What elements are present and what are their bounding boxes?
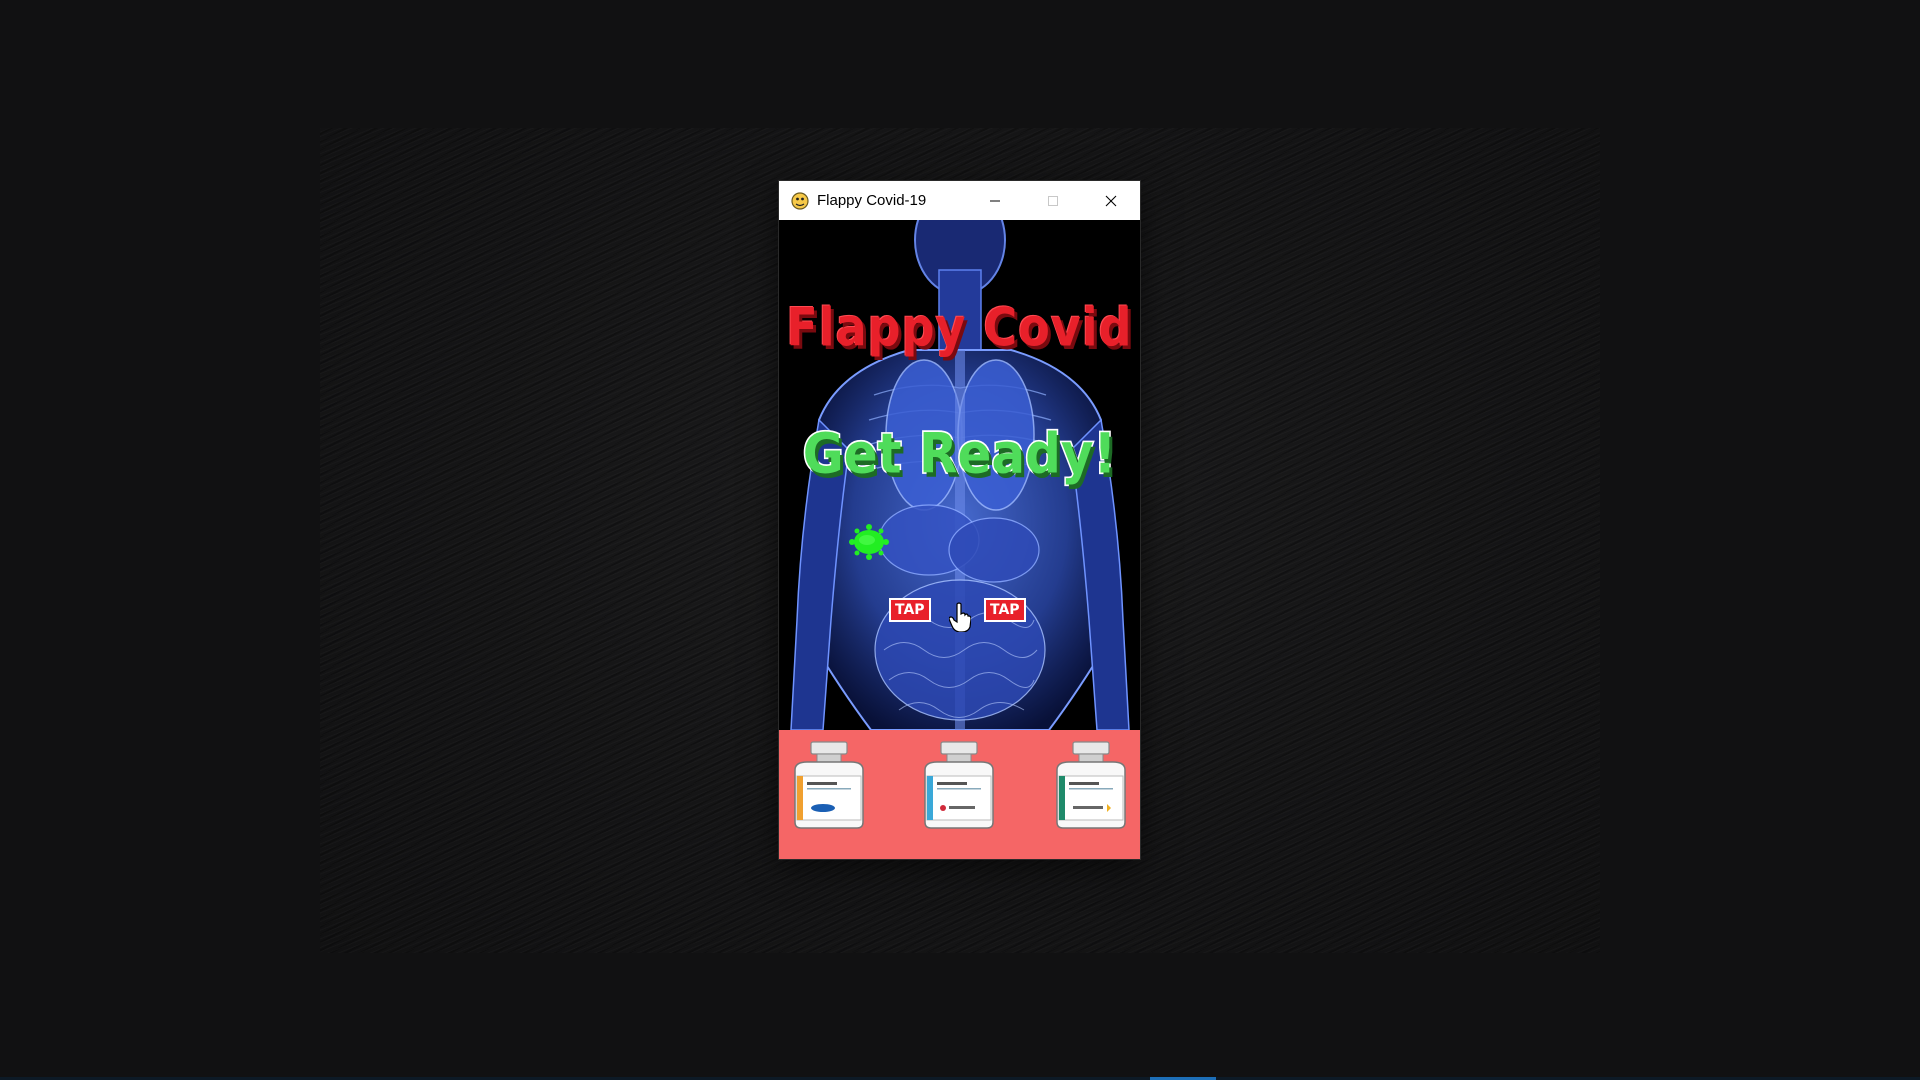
close-icon (1105, 195, 1117, 206)
tap-hint-left: TAP (889, 598, 931, 622)
maximize-icon (1048, 195, 1058, 206)
vaccine-vial-icon (794, 741, 864, 829)
hand-pointer-icon (948, 602, 972, 637)
virus-icon (849, 524, 889, 560)
vaccine-vial-pfizer (789, 740, 869, 835)
minimize-button[interactable] (966, 181, 1024, 220)
vaccine-vial-astrazeneca (1051, 740, 1131, 835)
window-title: Flappy Covid-19 (817, 192, 927, 209)
get-ready-banner: Get Ready! (801, 420, 1118, 487)
tap-hint-right: TAP (984, 598, 1026, 622)
game-canvas[interactable]: Flappy Covid Get Ready! TAP TAP (779, 220, 1140, 859)
pygame-snake-icon (789, 190, 811, 212)
close-button[interactable] (1082, 181, 1140, 220)
game-title: Flappy Covid (786, 295, 1133, 359)
window-controls (966, 181, 1140, 220)
window-titlebar[interactable]: Flappy Covid-19 (779, 181, 1140, 220)
minimize-icon (990, 200, 1000, 201)
desktop: Flappy Covid-19 Flappy Covid Get Ready! … (0, 0, 1920, 1080)
maximize-button[interactable] (1024, 181, 1082, 220)
game-window: Flappy Covid-19 Flappy Covid Get Ready! … (779, 181, 1140, 859)
vaccine-vial-icon (924, 741, 994, 829)
vaccine-vial-sputnik (919, 740, 999, 835)
vaccine-vial-icon (1056, 741, 1126, 829)
virus-player (847, 522, 891, 567)
